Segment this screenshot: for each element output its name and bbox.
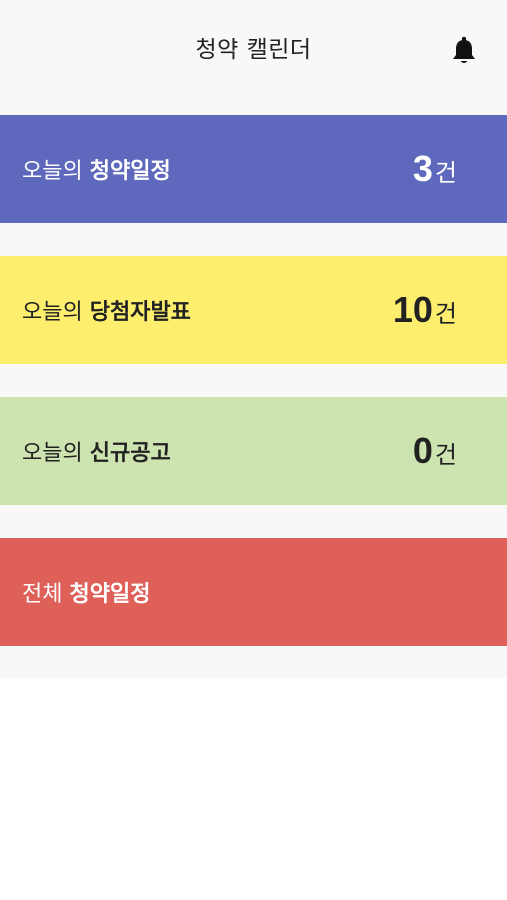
bell-icon-graphic	[453, 36, 475, 63]
card-label-bold: 청약일정	[89, 159, 171, 184]
card-label: 오늘의 청약일정	[22, 153, 171, 185]
bell-icon[interactable]	[451, 36, 477, 66]
card-label-bold: 청약일정	[69, 582, 151, 607]
card-label: 오늘의 당첨자발표	[22, 294, 191, 326]
today-new-notice-card[interactable]: 오늘의 신규공고 0건	[0, 397, 507, 505]
card-label-bold: 신규공고	[89, 441, 171, 466]
count-number: 10	[392, 289, 433, 330]
card-label: 오늘의 신규공고	[22, 435, 171, 467]
card-count: 0건	[413, 430, 457, 472]
card-label-prefix: 오늘의	[22, 300, 90, 325]
card-label: 전체 청약일정	[22, 576, 150, 608]
app-screen: 청약 캘린더 오늘의 청약일정 3건 오늘의 당첨자발표 10 건 오늘의 신규공…	[0, 0, 507, 678]
count-unit: 건	[434, 159, 457, 187]
card-label-prefix: 전체	[22, 582, 70, 607]
count-unit: 건	[434, 300, 457, 328]
card-label-prefix: 오늘의	[22, 441, 90, 466]
today-winner-announcement-card[interactable]: 오늘의 당첨자발표 10 건	[0, 256, 507, 364]
today-subscription-card[interactable]: 오늘의 청약일정 3건	[0, 115, 507, 223]
card-count: 10 건	[393, 289, 457, 331]
card-label-prefix: 오늘의	[22, 159, 90, 184]
count-number: 0	[412, 430, 433, 471]
card-count: 3건	[413, 148, 457, 190]
card-label-bold: 당첨자발표	[89, 300, 191, 325]
count-unit: 건	[434, 441, 457, 469]
all-subscription-schedule-card[interactable]: 전체 청약일정	[0, 538, 507, 646]
header: 청약 캘린더	[0, 0, 507, 95]
count-number: 3	[412, 148, 433, 189]
page-title: 청약 캘린더	[195, 37, 312, 63]
